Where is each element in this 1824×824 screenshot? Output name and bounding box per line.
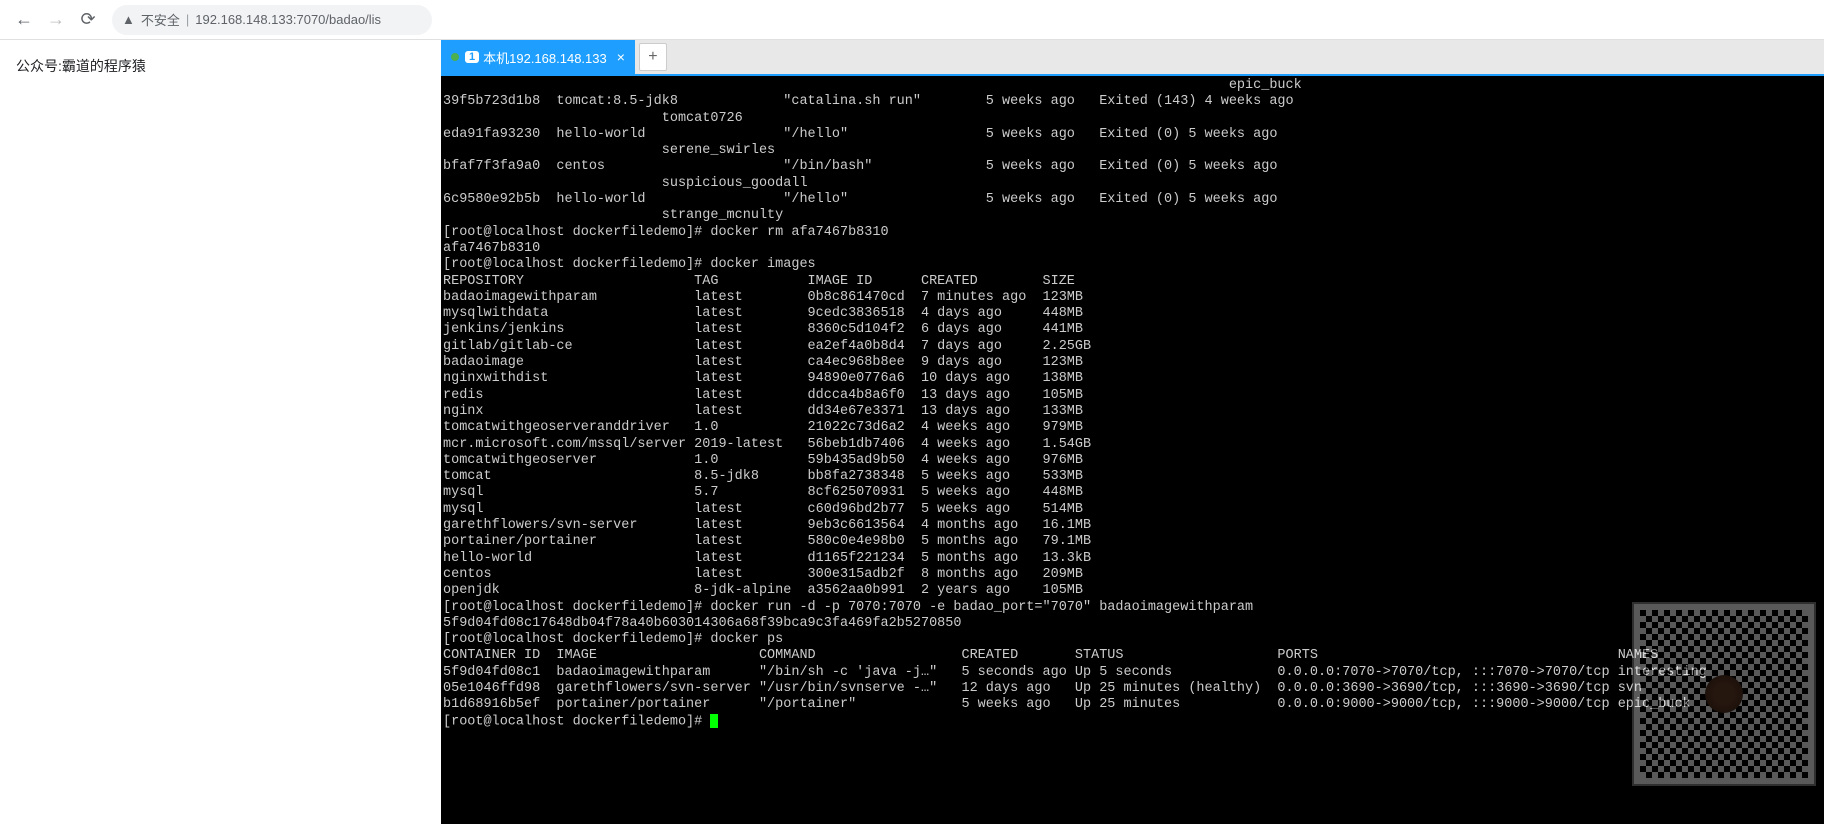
page-content: 公众号:霸道的程序猿 (0, 40, 441, 824)
insecure-icon: ▲ (122, 12, 135, 27)
address-bar[interactable]: ▲ 不安全 | 192.168.148.133:7070/badao/lis (112, 5, 432, 35)
terminal-cursor (710, 714, 718, 728)
tab-number: 1 (465, 51, 479, 63)
terminal-window: 1 本机192.168.148.133 × + epic_buck 39f5b7… (441, 40, 1824, 824)
terminal-output[interactable]: epic_buck 39f5b723d1b8 tomcat:8.5-jdk8 "… (441, 76, 1824, 824)
url-text: 192.168.148.133:7070/badao/lis (195, 12, 381, 27)
reload-button[interactable]: ⟳ (72, 4, 104, 36)
qr-code-watermark (1634, 604, 1814, 784)
forward-button[interactable]: → (40, 4, 72, 36)
terminal-tab-active[interactable]: 1 本机192.168.148.133 × (441, 40, 635, 74)
close-icon[interactable]: × (617, 49, 625, 65)
page-text: 公众号:霸道的程序猿 (16, 58, 146, 74)
browser-toolbar: ← → ⟳ ▲ 不安全 | 192.168.148.133:7070/badao… (0, 0, 1824, 40)
terminal-tab-strip: 1 本机192.168.148.133 × + (441, 40, 1824, 76)
tab-title: 本机192.168.148.133 (483, 48, 607, 67)
insecure-label: 不安全 (141, 10, 180, 29)
status-dot-icon (451, 53, 459, 61)
new-tab-button[interactable]: + (639, 43, 667, 71)
back-button[interactable]: ← (8, 4, 40, 36)
